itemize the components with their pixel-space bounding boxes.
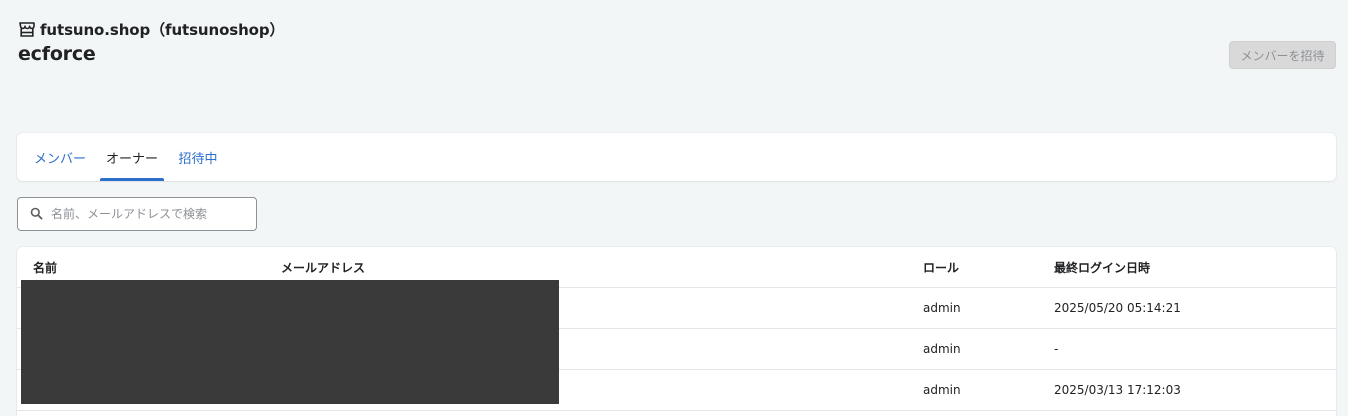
members-table: 名前 メールアドレス ロール 最終ログイン日時 admin 2025/05/20…	[17, 247, 1336, 416]
active-tab-indicator	[100, 178, 164, 181]
row-last-login: 2025/05/20 05:14:21	[1054, 301, 1181, 315]
tab-invited[interactable]: 招待中	[172, 133, 224, 181]
tab-owners[interactable]: オーナー	[100, 133, 164, 181]
row-role: admin	[923, 383, 961, 397]
search-icon	[30, 205, 43, 224]
tab-owners-label: オーナー	[105, 151, 158, 167]
row-last-login: -	[1054, 342, 1059, 356]
column-header-role[interactable]: ロール	[923, 247, 959, 287]
tab-members[interactable]: メンバー	[29, 133, 91, 181]
shop-name: futsuno.shop（futsunoshop）	[40, 20, 285, 39]
row-role: admin	[923, 342, 961, 356]
tab-invited-label: 招待中	[178, 151, 218, 167]
page-header: futsuno.shop（futsunoshop） ecforce	[18, 18, 285, 66]
invite-member-button[interactable]: メンバーを招待	[1229, 41, 1336, 69]
column-header-last-login[interactable]: 最終ログイン日時	[1054, 247, 1150, 287]
search-input[interactable]	[51, 207, 241, 221]
row-last-login: 2025/03/13 17:12:03	[1054, 383, 1181, 397]
tabs-bar: メンバー オーナー 招待中	[17, 133, 1336, 181]
search-box[interactable]	[17, 197, 257, 231]
redacted-area	[21, 280, 559, 404]
row-role: admin	[923, 301, 961, 315]
shop-line: futsuno.shop（futsunoshop）	[18, 18, 285, 40]
store-icon	[18, 20, 36, 38]
page-title: ecforce	[18, 43, 96, 65]
tab-members-label: メンバー	[33, 151, 86, 167]
